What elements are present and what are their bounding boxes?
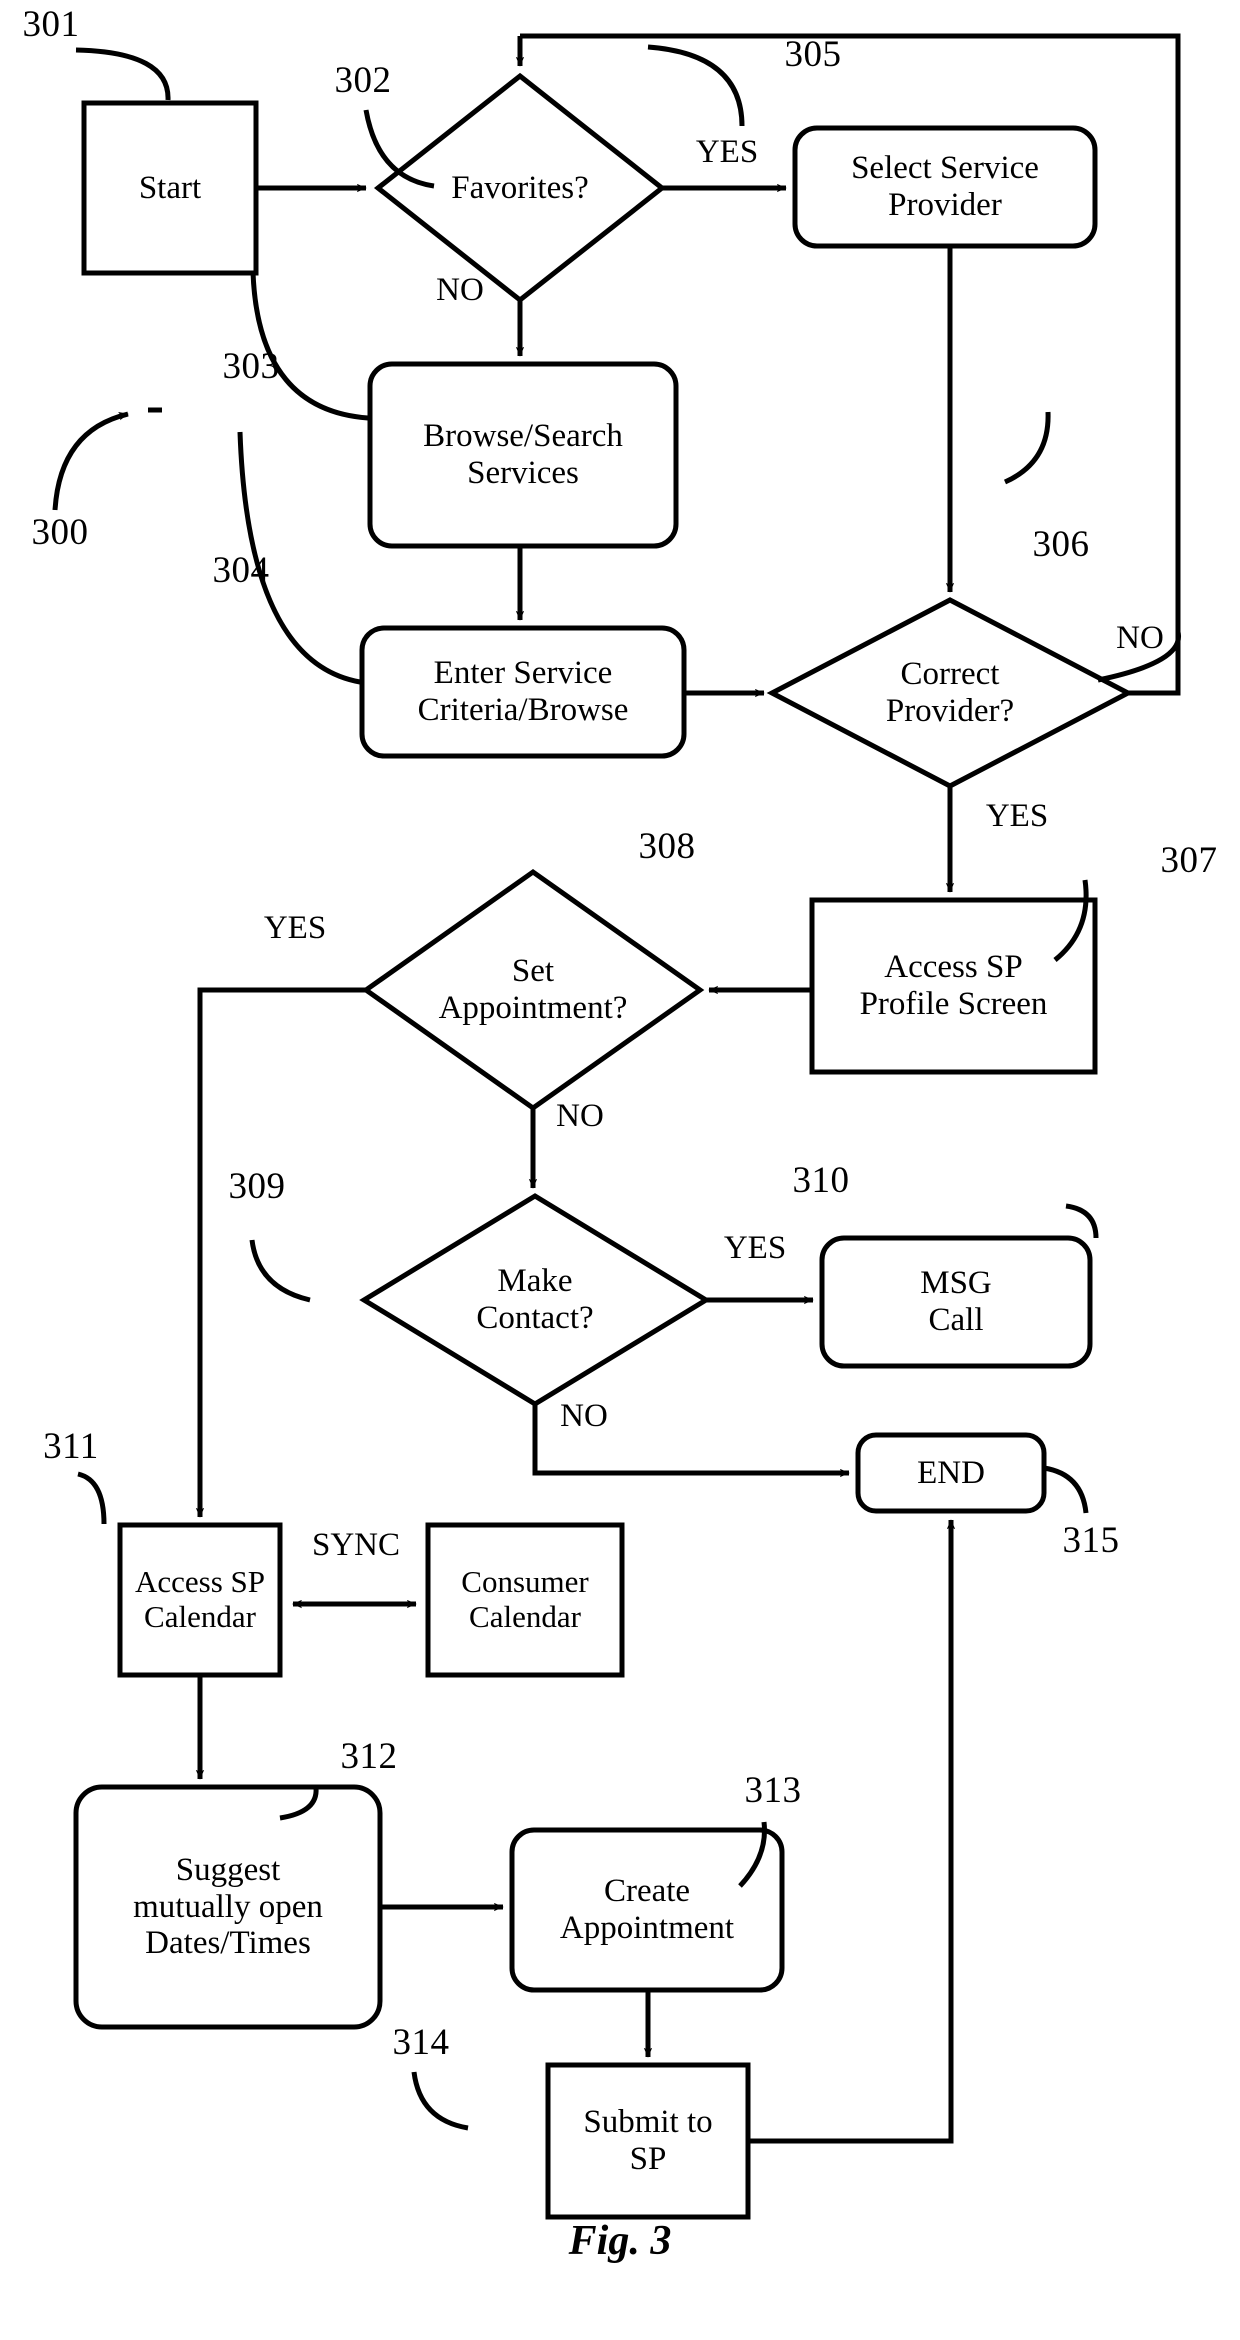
leader-311 [77, 1471, 107, 1525]
leader-305 [647, 44, 745, 127]
node-shape-make-contact [359, 1193, 711, 1407]
edge-set-appointment-yes [195, 987, 366, 1518]
node-shape-access-sp-calendar [117, 1522, 283, 1678]
leader-315 [1043, 1465, 1089, 1514]
flowchart-canvas [52, 33, 1181, 2220]
node-shape-select-provider [792, 125, 1098, 249]
leader-306 [1003, 411, 1051, 485]
node-shape-correct-provider [766, 597, 1134, 789]
node-shape-end [855, 1432, 1047, 1514]
node-shape-create-appointment [509, 1827, 785, 1993]
leader-308 [1053, 879, 1089, 962]
leader-310 [1065, 1203, 1099, 1239]
edge-submit-to-end [748, 1519, 956, 2144]
leader-309 [249, 1239, 311, 1303]
node-shape-submit-to-sp [545, 2062, 751, 2220]
edge-make-contact-no-to-end [532, 1404, 850, 1478]
figure-page: Start Favorites? Browse/Search Services … [0, 0, 1240, 2340]
node-shape-set-appointment [361, 868, 705, 1112]
node-shape-consumer-calendar [425, 1522, 625, 1678]
node-shape-start [81, 100, 259, 276]
leader-312 [279, 1787, 319, 1821]
leader-300 [52, 411, 129, 511]
node-shape-favorites [373, 72, 667, 304]
node-shape-enter-criteria [359, 625, 687, 759]
leader-307 [1097, 631, 1181, 683]
leader-301 [75, 47, 171, 101]
node-shape-msg-call [819, 1235, 1093, 1369]
node-shape-access-profile [809, 897, 1098, 1075]
leader-304 [237, 431, 361, 685]
leader-302 [363, 109, 435, 189]
leader-314 [411, 2071, 469, 2131]
node-shape-suggest-times [73, 1784, 383, 2030]
node-shape-browse-search [367, 361, 679, 549]
leader-303 [250, 271, 369, 421]
